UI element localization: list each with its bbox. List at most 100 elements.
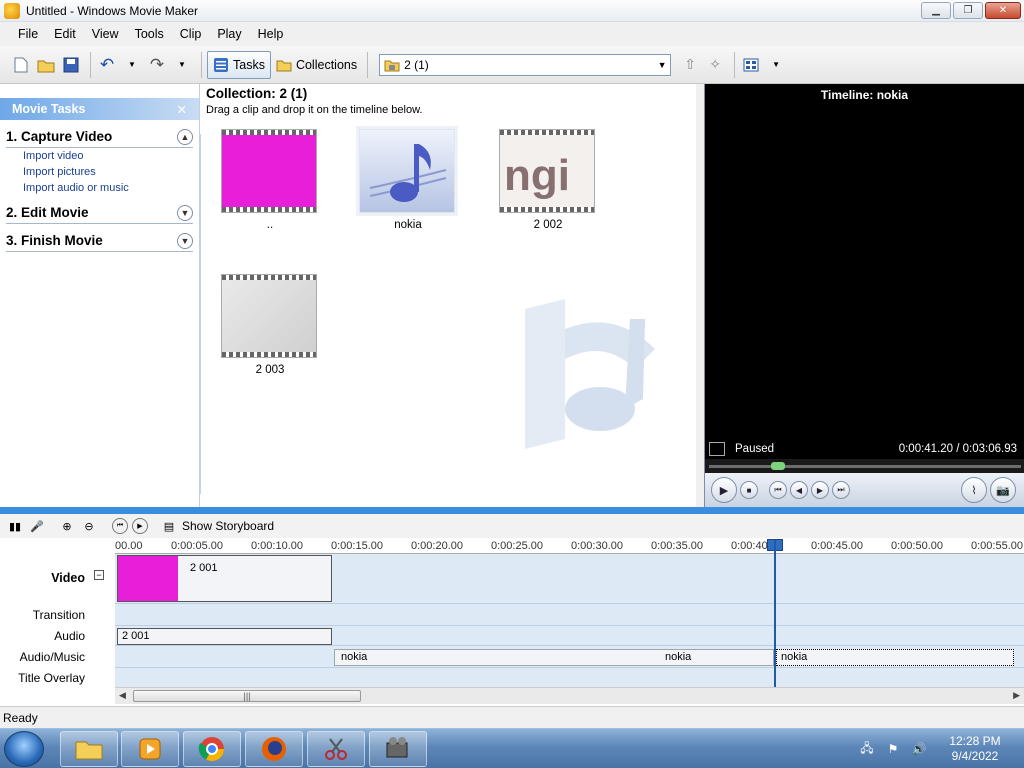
menu-tools[interactable]: Tools — [127, 22, 172, 46]
save-project-icon[interactable] — [60, 54, 82, 76]
menu-edit[interactable]: Edit — [46, 22, 84, 46]
chevron-down-icon[interactable]: ▼ — [177, 232, 193, 249]
collection-title: Collection: 2 (1) — [206, 86, 308, 101]
menu-help[interactable]: Help — [250, 22, 292, 46]
taskbar-snipping-tool[interactable] — [307, 731, 365, 767]
clip-2-002[interactable]: ngi 2 002 — [499, 129, 597, 231]
zoom-in-icon[interactable]: ⊕ — [58, 517, 76, 535]
video-clip-block[interactable]: 2 001 — [117, 555, 332, 602]
pane-splitter[interactable] — [0, 507, 1024, 514]
taskbar-movie-maker[interactable] — [369, 731, 427, 767]
redo-icon[interactable]: ↷ — [146, 54, 168, 76]
video-clip-label: 2 001 — [190, 562, 218, 574]
up-level-icon[interactable]: ⇧ — [679, 54, 701, 76]
undo-dropdown-icon[interactable]: ▼ — [121, 54, 143, 76]
playback-status: Paused — [735, 443, 775, 455]
menu-clip[interactable]: Clip — [172, 22, 210, 46]
tasks-button[interactable]: Tasks — [207, 50, 271, 79]
ruler-tick: 0:00:05.00 — [171, 540, 223, 552]
window-controls: ▁ ❐ ✕ — [921, 2, 1021, 19]
taskbar-firefox[interactable] — [245, 731, 303, 767]
show-storyboard-button[interactable]: Show Storyboard — [182, 519, 274, 533]
folder-icon — [75, 741, 103, 760]
ruler-tick: 0:00:45.00 — [811, 540, 863, 552]
seek-thumb[interactable] — [770, 462, 785, 470]
close-button[interactable]: ✕ — [985, 2, 1021, 19]
clip-2-003[interactable]: 2 003 — [221, 274, 319, 376]
new-collection-folder-icon[interactable]: ✧ — [704, 54, 726, 76]
clock-time: 12:28 PM — [949, 734, 1001, 748]
fullscreen-icon[interactable] — [709, 442, 725, 456]
import-video-link[interactable]: Import video — [23, 148, 193, 164]
collection-select[interactable]: 2 (1) ▼ — [379, 53, 672, 76]
play-timeline-icon[interactable]: ▶ — [132, 518, 148, 534]
restore-button[interactable]: ❐ — [953, 2, 983, 19]
start-button[interactable] — [4, 731, 44, 767]
folder-icon — [276, 60, 292, 71]
previous-frame-start-button[interactable]: ⏮ — [769, 481, 787, 499]
collections-button[interactable]: Collections — [271, 51, 362, 79]
action-center-flag-icon[interactable]: ⚑ — [885, 741, 901, 757]
next-end-button[interactable]: ⏭ — [832, 481, 850, 499]
toolbar-separator — [367, 51, 369, 78]
music-clip-block-selected[interactable]: nokia — [776, 649, 1014, 666]
menu-play[interactable]: Play — [209, 22, 249, 46]
set-audio-levels-icon[interactable]: ▮▮ — [6, 517, 24, 535]
music-clip-label: nokia — [781, 651, 808, 663]
chevron-up-icon[interactable]: ▲ — [177, 128, 193, 145]
audio-clip-block[interactable]: 2 001 — [117, 628, 332, 645]
zoom-out-icon[interactable]: ⊖ — [80, 517, 98, 535]
collection-select-value: 2 (1) — [404, 57, 429, 72]
import-audio-link[interactable]: Import audio or music — [23, 180, 193, 196]
timeline-scrollbar[interactable]: ◀ ||| ▶ — [115, 687, 1024, 704]
clip-parent[interactable]: .. — [221, 129, 319, 231]
task-section-header[interactable]: 3. Finish Movie ▼ — [6, 230, 193, 252]
close-icon[interactable]: ✕ — [177, 102, 187, 117]
redo-dropdown-icon[interactable]: ▼ — [171, 54, 193, 76]
undo-icon[interactable]: ↶ — [96, 54, 118, 76]
import-pictures-link[interactable]: Import pictures — [23, 164, 193, 180]
taskbar-clock[interactable]: 12:28 PM 9/4/2022 — [940, 734, 1010, 764]
storyboard-icon[interactable]: ▤ — [160, 517, 178, 535]
timeline-tracks: 2 001 2 001 nokia nokia nokia — [115, 554, 1024, 690]
toolbar-separator — [734, 51, 736, 78]
views-icon[interactable] — [740, 54, 762, 76]
clip-nokia[interactable]: nokia — [359, 129, 457, 231]
open-project-icon[interactable] — [35, 54, 57, 76]
play-button[interactable]: ▶ — [711, 477, 737, 503]
transition-lane[interactable] — [115, 604, 1024, 626]
volume-icon[interactable]: 🔊 — [911, 741, 927, 757]
taskbar-media-player[interactable] — [121, 731, 179, 767]
narrate-timeline-icon[interactable]: 🎤 — [28, 517, 46, 535]
views-dropdown-icon[interactable]: ▼ — [765, 54, 787, 76]
take-picture-button[interactable]: 📷 — [990, 477, 1016, 503]
scrollbar-thumb[interactable]: ||| — [133, 690, 361, 702]
chevron-down-icon[interactable]: ▼ — [177, 204, 193, 221]
menu-file[interactable]: File — [10, 22, 46, 46]
collection-subtitle: Drag a clip and drop it on the timeline … — [206, 104, 423, 116]
next-frame-button[interactable]: ▶ — [811, 481, 829, 499]
taskbar-explorer[interactable] — [60, 731, 118, 767]
preview-status-bar: Paused 0:00:41.20 / 0:03:06.93 — [705, 439, 1024, 459]
network-icon[interactable]: 🖧 — [859, 741, 875, 757]
task-section-header[interactable]: 2. Edit Movie ▼ — [6, 202, 193, 224]
music-note-icon — [369, 144, 447, 202]
taskbar-chrome[interactable] — [183, 731, 241, 767]
seek-bar[interactable] — [705, 459, 1024, 473]
music-clip-block[interactable]: nokia nokia — [334, 649, 774, 666]
scroll-left-icon[interactable]: ◀ — [119, 690, 126, 701]
menu-view[interactable]: View — [84, 22, 127, 46]
previous-frame-button[interactable]: ◀ — [790, 481, 808, 499]
task-section-header[interactable]: 1. Capture Video ▲ — [6, 126, 193, 148]
collapse-icon[interactable]: − — [94, 570, 104, 580]
new-project-icon[interactable] — [10, 54, 32, 76]
rewind-timeline-icon[interactable]: ⏮ — [112, 518, 128, 534]
timeline: Video − Transition Audio Audio/Music Tit… — [0, 538, 1024, 706]
stop-button[interactable]: ■ — [740, 481, 758, 499]
playhead[interactable] — [774, 540, 776, 687]
timeline-ruler[interactable]: 00.00 0:00:05.00 0:00:10.00 0:00:15.00 0… — [115, 538, 1024, 554]
minimize-button[interactable]: ▁ — [921, 2, 951, 19]
scroll-right-icon[interactable]: ▶ — [1013, 690, 1020, 701]
split-clip-button[interactable]: ⌇ — [961, 477, 987, 503]
toolbar: ↶ ▼ ↷ ▼ Tasks Collections 2 (1) ▼ ⇧ ✧ ▼ — [0, 46, 1024, 84]
